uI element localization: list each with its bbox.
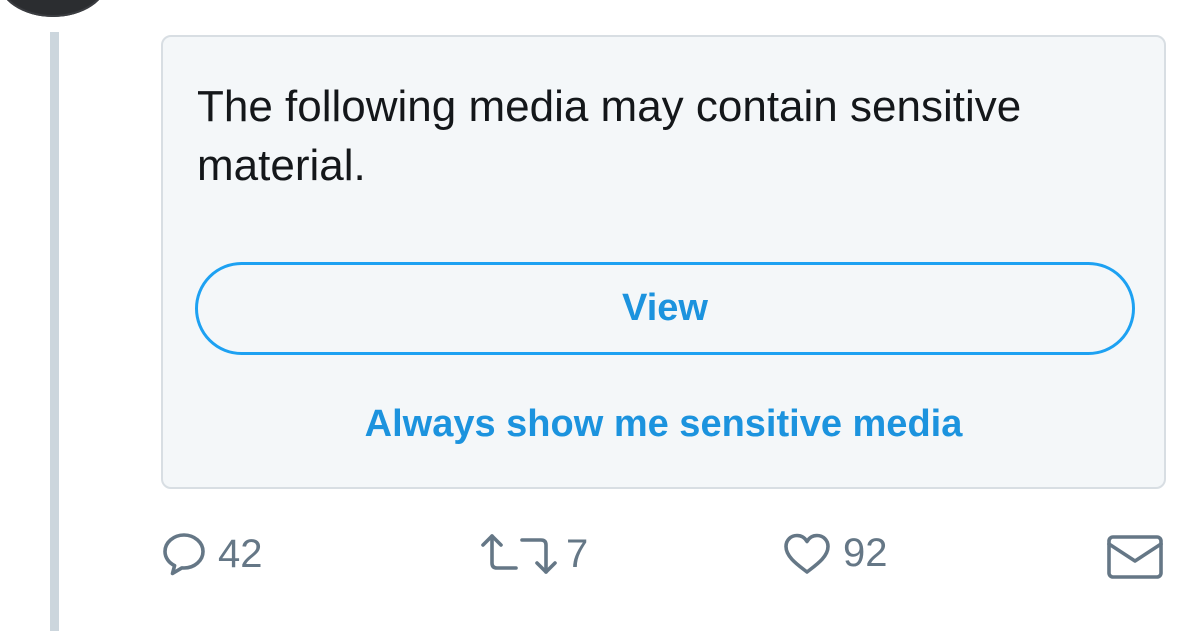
tweet-view: The following media may contain sensitiv… [0,0,1200,631]
always-show-sensitive-link[interactable]: Always show me sensitive media [163,401,1164,447]
reply-count: 42 [218,531,263,576]
envelope-icon [1105,533,1165,581]
direct-message-button[interactable] [1105,533,1165,581]
retweet-count: 7 [566,531,589,576]
sensitive-media-card: The following media may contain sensitiv… [161,35,1166,489]
like-button[interactable]: 92 [783,531,888,576]
heart-icon [783,532,831,576]
sensitive-warning-text: The following media may contain sensitiv… [197,82,1022,190]
view-button[interactable]: View [195,262,1135,355]
retweet-button[interactable]: 7 [480,531,588,577]
retweet-icon [480,531,558,577]
avatar[interactable] [0,0,108,17]
tweet-actions: 42 7 92 [0,525,1200,595]
reply-button[interactable]: 42 [162,531,263,577]
like-count: 92 [843,531,888,575]
reply-icon [162,531,206,577]
